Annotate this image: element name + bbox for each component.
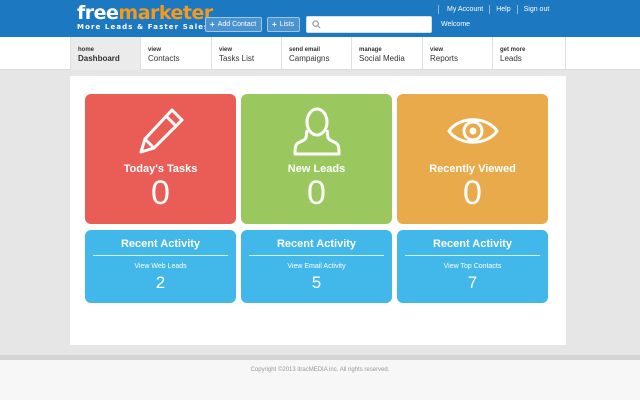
tab-small-label: manage (359, 47, 382, 53)
tab-main-label: Social Media (359, 54, 405, 63)
logo-free-text: free (77, 2, 119, 24)
tab-social-media[interactable]: manage Social Media (351, 37, 422, 70)
tab-tasks-list[interactable]: view Tasks List (211, 37, 281, 70)
footer: Copyright ©2013 itracMEDIA inc. All righ… (0, 360, 640, 400)
view-web-leads-link[interactable]: View Web Leads (85, 263, 236, 270)
tab-leads[interactable]: get more Leads (492, 37, 566, 70)
top-header: freemarketer More Leads & Faster Sales +… (0, 0, 640, 37)
tab-small-label: view (430, 47, 444, 53)
tab-campaigns[interactable]: send email Campaigns (281, 37, 351, 70)
dashboard-panel: Today's Tasks 0 New Leads 0 Recently Vie… (70, 76, 566, 345)
add-contact-label: Add Contact (217, 21, 257, 28)
tile-value: 0 (307, 174, 326, 212)
tab-small-label: get more (500, 47, 526, 53)
logo[interactable]: freemarketer More Leads & Faster Sales (77, 3, 213, 32)
tab-small-label: view (148, 47, 162, 53)
tab-main-label: Leads (500, 54, 522, 63)
tab-main-label: Contacts (148, 54, 180, 63)
sign-out-link[interactable]: Sign out (518, 5, 556, 14)
recently-viewed-tile[interactable]: Recently Viewed 0 (397, 94, 548, 224)
search-icon (312, 20, 321, 29)
pencil-icon (139, 108, 183, 154)
divider (93, 255, 228, 256)
search-input[interactable] (325, 18, 429, 31)
tab-contacts[interactable]: view Contacts (140, 37, 211, 70)
tile-value: 0 (463, 174, 482, 212)
tile-value: 0 (151, 174, 170, 212)
tab-reports[interactable]: view Reports (422, 37, 492, 70)
account-links: My Account Help Sign out (438, 5, 555, 14)
recent-activity-top-contacts: Recent Activity View Top Contacts 7 (397, 230, 548, 303)
view-top-contacts-link[interactable]: View Top Contacts (397, 263, 548, 270)
activity-title: Recent Activity (432, 238, 513, 250)
lists-button[interactable]: + Lists (267, 17, 300, 32)
main-nav: home Dashboard view Contacts view Tasks … (0, 37, 640, 70)
tab-small-label: send email (289, 47, 321, 53)
divider (249, 255, 384, 256)
copyright-text: Copyright ©2013 itracMEDIA inc. All righ… (250, 367, 390, 373)
activity-count: 2 (155, 273, 166, 292)
logo-tagline: More Leads & Faster Sales (77, 23, 210, 31)
welcome-text: Welcome (441, 21, 471, 28)
logo-marketer-text: marketer (118, 2, 213, 24)
todays-tasks-tile[interactable]: Today's Tasks 0 (85, 94, 236, 224)
help-link[interactable]: Help (490, 5, 518, 14)
eye-icon (447, 118, 498, 144)
search-box (306, 16, 432, 33)
tab-main-label: Tasks List (219, 54, 255, 63)
person-icon (293, 107, 340, 156)
recent-activity-email: Recent Activity View Email Activity 5 (241, 230, 392, 303)
new-leads-tile[interactable]: New Leads 0 (241, 94, 392, 224)
tab-dashboard[interactable]: home Dashboard (70, 37, 140, 70)
plus-icon: + (210, 20, 215, 29)
activity-count: 5 (311, 273, 322, 292)
lists-label: Lists (279, 21, 295, 28)
tab-small-label: home (78, 47, 95, 53)
add-contact-button[interactable]: + Add Contact (205, 17, 262, 32)
tab-small-label: view (219, 47, 233, 53)
divider (405, 255, 540, 256)
view-email-activity-link[interactable]: View Email Activity (241, 263, 392, 270)
my-account-link[interactable]: My Account (438, 5, 491, 14)
recent-activity-web-leads: Recent Activity View Web Leads 2 (85, 230, 236, 303)
activity-count: 7 (467, 273, 478, 292)
tab-main-label: Reports (430, 54, 459, 63)
tab-main-label: Campaigns (289, 54, 330, 63)
activity-title: Recent Activity (276, 238, 357, 250)
plus-icon: + (272, 20, 277, 29)
activity-title: Recent Activity (120, 238, 201, 250)
tab-main-label: Dashboard (78, 54, 120, 63)
